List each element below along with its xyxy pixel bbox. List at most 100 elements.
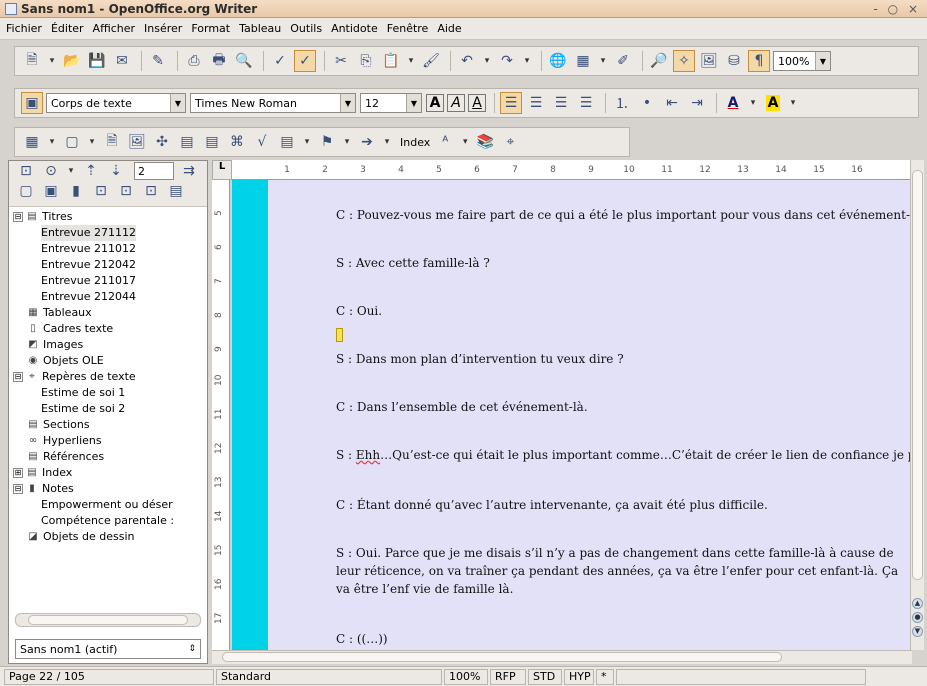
font-size-select[interactable]: 12 ▼: [360, 93, 422, 113]
chevron-down-icon[interactable]: ▼: [170, 94, 185, 112]
email-icon[interactable]: ✉: [111, 50, 133, 72]
collapse-icon[interactable]: ⊟: [13, 372, 23, 382]
expand-icon[interactable]: ⊞: [13, 468, 23, 478]
selection-mode[interactable]: STD: [528, 668, 562, 685]
vertical-ruler[interactable]: 5 6 7 8 9 10 11 12 13 14 15 16 17: [212, 180, 230, 650]
menu-inserer[interactable]: Insérer: [144, 22, 182, 35]
zoom-select[interactable]: 100% ▼: [773, 51, 831, 71]
navigation-dropdown-icon[interactable]: ▾: [65, 160, 77, 182]
insert-file-icon[interactable]: 🗎: [101, 131, 123, 153]
next-page-icon[interactable]: ▼: [912, 626, 923, 637]
underline-button[interactable]: A: [468, 94, 486, 112]
navigator-tree-item[interactable]: Entrevue 212044: [9, 289, 207, 305]
autospellcheck-icon[interactable]: ✓: [294, 50, 316, 72]
redo-dropdown-icon[interactable]: ▾: [521, 50, 533, 72]
window-controls[interactable]: - ○ ×: [874, 2, 921, 16]
navigator-horizontal-scrollbar[interactable]: [15, 613, 201, 627]
insert-bookmark-dropdown-icon[interactable]: ▾: [341, 131, 353, 153]
bold-button[interactable]: A: [426, 94, 444, 112]
drag-mode-icon[interactable]: ⇉: [178, 160, 200, 182]
menu-afficher[interactable]: Afficher: [93, 22, 135, 35]
table-dropdown-icon[interactable]: ▾: [597, 50, 609, 72]
navigator-tree-item[interactable]: ◩ Images: [9, 337, 207, 353]
scrollbar-thumb[interactable]: [28, 615, 188, 625]
italic-button[interactable]: A: [447, 94, 465, 112]
justify-icon[interactable]: ☰: [575, 92, 597, 114]
misspelled-word[interactable]: Ehh: [356, 448, 380, 462]
insert-object-dropdown-icon[interactable]: ▾: [381, 131, 393, 153]
increase-indent-icon[interactable]: ⇥: [686, 92, 708, 114]
font-color-dropdown-icon[interactable]: ▾: [747, 92, 759, 114]
data-sources-icon[interactable]: ⛁: [723, 50, 745, 72]
font-color-icon[interactable]: A: [722, 92, 744, 114]
insert-bookmark-icon[interactable]: ⚑: [316, 131, 338, 153]
footer-arrow-icon[interactable]: ⇣: [105, 160, 127, 182]
paragraph[interactable]: C : Oui.: [336, 304, 382, 318]
navigator-tree-item[interactable]: ◪ Objets de dessin: [9, 529, 207, 545]
hyperlink-icon[interactable]: 🌐: [547, 50, 569, 72]
tab-stop-selector[interactable]: L: [212, 160, 232, 180]
hyperlink-mode[interactable]: HYP: [564, 668, 594, 685]
table-icon[interactable]: ▦: [572, 50, 594, 72]
cut-icon[interactable]: ✂: [330, 50, 352, 72]
promote-chapter-icon[interactable]: ⊡: [115, 180, 137, 202]
new-document-icon[interactable]: 🗎: [21, 50, 43, 72]
navigator-tree-item[interactable]: ◉ Objets OLE: [9, 353, 207, 369]
paragraph[interactable]: S : Oui. Parce que je me disais s’il n’y…: [336, 544, 910, 598]
insert-footnote-icon[interactable]: ▤: [201, 131, 223, 153]
demote-chapter-icon[interactable]: ⊡: [140, 180, 162, 202]
save-icon[interactable]: 💾: [86, 50, 108, 72]
document-select[interactable]: Sans nom1 (actif) ⇕: [15, 639, 201, 659]
paragraph[interactable]: C : Étant donné qu’avec l’autre interven…: [336, 498, 768, 512]
menu-editer[interactable]: Éditer: [51, 22, 84, 35]
insert-frame-icon[interactable]: ▢: [61, 131, 83, 153]
content-view-icon[interactable]: ▣: [40, 180, 62, 202]
bullets-icon[interactable]: •: [636, 92, 658, 114]
formatting-marks-icon[interactable]: ¶: [748, 50, 770, 72]
dictionary-icon[interactable]: 📚: [474, 131, 496, 153]
paragraph[interactable]: S : Ehh…Qu’est-ce qui était le plus impo…: [336, 448, 910, 462]
insert-fields-icon[interactable]: ✣: [151, 131, 173, 153]
promote-level-icon[interactable]: ▤: [165, 180, 187, 202]
insert-section-dropdown-icon[interactable]: ▾: [301, 131, 313, 153]
new-dropdown-icon[interactable]: ▾: [46, 50, 58, 72]
vertical-scrollbar[interactable]: ▲ ● ▼: [910, 160, 924, 650]
menu-fenetre[interactable]: Fenêtre: [387, 22, 429, 35]
undo-icon[interactable]: ↶: [456, 50, 478, 72]
menu-antidote[interactable]: Antidote: [331, 22, 378, 35]
redo-icon[interactable]: ↷: [496, 50, 518, 72]
decrease-indent-icon[interactable]: ⇤: [661, 92, 683, 114]
heading-levels-icon[interactable]: ⊡: [90, 180, 112, 202]
spell-dropdown-icon[interactable]: ▾: [459, 131, 471, 153]
page-indicator[interactable]: Page 22 / 105: [4, 668, 214, 685]
align-left-icon[interactable]: ☰: [500, 92, 522, 114]
paragraph[interactable]: C : Dans l’ensemble de cet événement-là.: [336, 400, 588, 414]
spell-abc-icon[interactable]: ᴬ: [434, 131, 456, 153]
navigator-tree-item[interactable]: Estime de soi 2: [9, 401, 207, 417]
zoom-indicator[interactable]: 100%: [444, 668, 488, 685]
bookmark-pin-icon[interactable]: ⌖: [499, 131, 521, 153]
chevron-updown-icon[interactable]: ⇕: [188, 644, 196, 654]
horizontal-ruler[interactable]: 1 2 3 4 5 6 7 8 9 10 11 12 13 14 15 16: [232, 160, 910, 180]
navigator-tree-item[interactable]: Entrevue 211012: [9, 241, 207, 257]
insert-object-icon[interactable]: ➔: [356, 131, 378, 153]
menu-tableau[interactable]: Tableau: [239, 22, 281, 35]
copy-icon[interactable]: ⎘: [355, 50, 377, 72]
collapse-icon[interactable]: ⊟: [13, 484, 23, 494]
index-label[interactable]: Index: [400, 136, 430, 149]
navigator-tree-item[interactable]: ▯ Cadres texte: [9, 321, 207, 337]
previous-object-icon[interactable]: ⊙: [40, 160, 62, 182]
spellcheck-icon[interactable]: ✓: [269, 50, 291, 72]
insert-table-icon[interactable]: ▦: [21, 131, 43, 153]
chevron-down-icon[interactable]: ▼: [340, 94, 355, 112]
paragraph[interactable]: S : Dans mon plan d’intervention tu veux…: [336, 352, 624, 366]
paragraph[interactable]: S : Avec cette famille-là ?: [336, 256, 490, 270]
insert-section-icon[interactable]: ▤: [276, 131, 298, 153]
navigator-tree-item[interactable]: Estime de soi 1: [9, 385, 207, 401]
navigator-tree-item[interactable]: Empowerment ou déser: [9, 497, 207, 513]
export-pdf-icon[interactable]: ⎙: [183, 50, 205, 72]
paragraph-style-select[interactable]: Corps de texte ▼: [46, 93, 186, 113]
collapse-icon[interactable]: ⊟: [13, 212, 23, 222]
navigator-tree-item[interactable]: Entrevue 271112: [9, 225, 207, 241]
reminder-icon[interactable]: ▮: [65, 180, 87, 202]
